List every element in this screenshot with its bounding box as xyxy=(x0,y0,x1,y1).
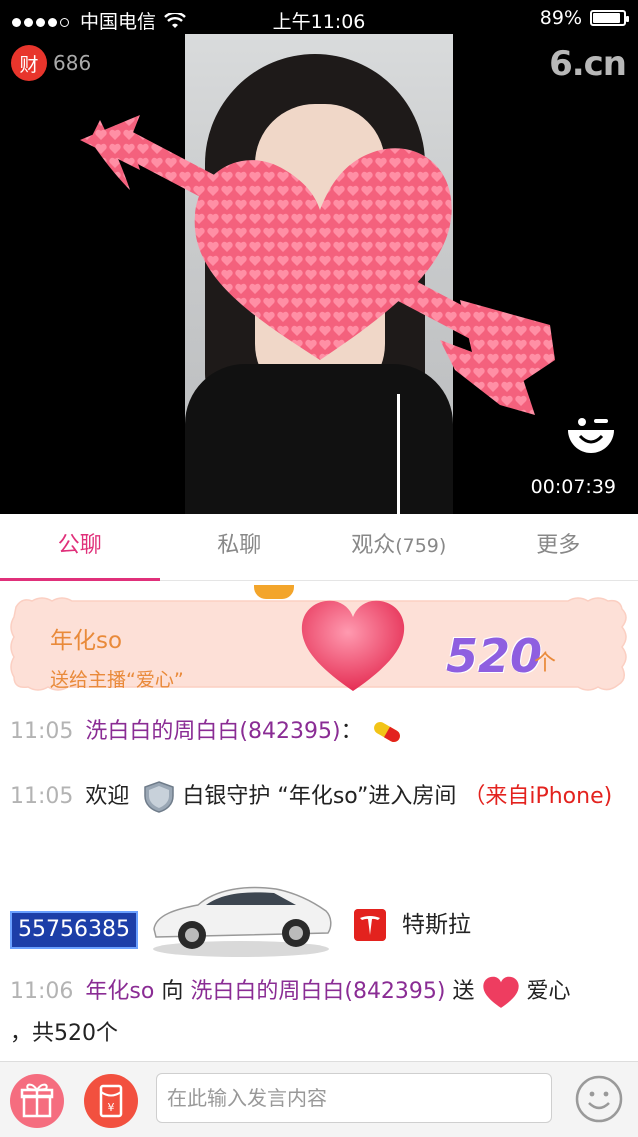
heart-gift-icon xyxy=(298,597,408,693)
message-time: 11:06 xyxy=(10,979,73,1004)
message-username[interactable]: 洗白白的周白白(842395) xyxy=(85,719,340,744)
gift-total: ，共520个 xyxy=(10,1021,118,1046)
battery-percent: 89% xyxy=(540,7,582,29)
chat-message: 11:05 欢迎 白银守护 “年化so”进入房间 （来自iPhone) xyxy=(10,776,630,818)
car-name: 特斯拉 xyxy=(402,905,471,939)
wealth-badge-icon: 财 xyxy=(11,45,47,81)
wink-face-icon[interactable] xyxy=(566,412,616,456)
pill-emoji-icon xyxy=(370,720,404,744)
wealth-value: 686 xyxy=(53,51,91,75)
emoji-button[interactable] xyxy=(574,1074,624,1124)
message-separator: ： xyxy=(341,719,363,744)
chat-message: 11:06 年化so 向 洗白白的周白白(842395) 送 爱心 ，共520个 xyxy=(10,971,630,1055)
gift-notification-banner: 年化so 送给主播“爱心” 520 个 xyxy=(8,593,630,697)
chat-message-input[interactable] xyxy=(156,1073,552,1123)
guard-entry-text: 白银守护 “年化so”进入房间 xyxy=(182,784,456,809)
tab-more[interactable]: 更多 xyxy=(479,514,638,580)
red-envelope-icon: ¥ xyxy=(84,1074,138,1128)
gift-unit: 个 xyxy=(534,645,556,677)
tab-more-label: 更多 xyxy=(536,533,580,558)
gift-name: 爱心 xyxy=(527,979,571,1004)
chat-tabs: 公聊 私聊 观众(759) 更多 xyxy=(0,514,638,581)
receiver-username[interactable]: 洗白白的周白白(842395) xyxy=(190,979,445,1004)
red-packet-button[interactable]: ¥ xyxy=(84,1074,138,1128)
to-word: 向 xyxy=(161,979,183,1004)
user-id-badge[interactable]: 55756385 xyxy=(10,911,138,949)
crown-icon xyxy=(254,585,294,599)
battery-icon xyxy=(590,10,626,26)
audience-count: (759) xyxy=(395,535,446,557)
live-timer: 00:07:39 xyxy=(531,476,616,498)
live-video-area[interactable]: 中国电信 上午11:06 89% 财 686 6.cn xyxy=(0,0,638,514)
gift-description: 送给主播“爱心” xyxy=(50,665,184,692)
chat-message: 11:05 洗白白的周白白(842395)： xyxy=(10,711,630,753)
send-word: 送 xyxy=(453,979,475,1004)
tab-private-chat-label: 私聊 xyxy=(217,533,261,558)
svg-text:¥: ¥ xyxy=(108,1101,115,1114)
heart-arrow-gift-animation xyxy=(80,100,570,430)
tesla-logo-icon xyxy=(354,909,386,941)
message-time: 11:05 xyxy=(10,719,73,744)
smiley-face-icon xyxy=(574,1074,624,1124)
welcome-text: 欢迎 xyxy=(85,784,129,809)
chat-message-list[interactable]: 年化so 送给主播“爱心” 520 个 11:05 洗白白的周白白(842395)… xyxy=(0,581,638,1061)
site-logo: 6.cn xyxy=(549,44,626,84)
tab-audience-label: 观众 xyxy=(351,533,395,558)
gift-sender-name: 年化so xyxy=(50,621,122,655)
gift-box-icon xyxy=(10,1074,64,1128)
gift-count: 520 xyxy=(446,629,542,683)
message-time: 11:05 xyxy=(10,784,73,809)
gift-button[interactable] xyxy=(10,1074,64,1128)
tab-public-chat-label: 公聊 xyxy=(58,533,102,558)
wealth-indicator[interactable]: 财 686 xyxy=(11,45,91,81)
heart-gift-icon xyxy=(482,975,520,1009)
battery-level-fill xyxy=(593,13,620,23)
silver-guard-shield-icon xyxy=(142,780,176,814)
car-entry-notice: 55756385 特斯拉 xyxy=(10,871,630,961)
tab-audience[interactable]: 观众(759) xyxy=(319,514,479,580)
tab-private-chat[interactable]: 私聊 xyxy=(160,514,320,580)
entry-source: （来自iPhone) xyxy=(463,784,612,809)
status-bar: 中国电信 上午11:06 89% xyxy=(0,0,638,36)
tesla-car-icon xyxy=(146,871,336,959)
sender-username[interactable]: 年化so xyxy=(85,979,154,1004)
input-bar: ¥ xyxy=(0,1061,638,1137)
tab-public-chat[interactable]: 公聊 xyxy=(0,514,160,580)
